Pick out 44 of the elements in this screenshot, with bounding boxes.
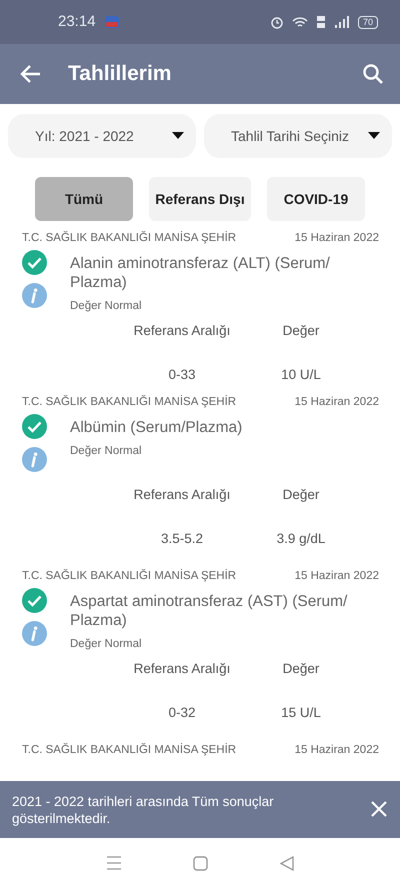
hospital-name: T.C. SAĞLIK BAKANLIĞI MANİSA ŞEHİR [22, 230, 236, 246]
column-header: Değer [282, 322, 320, 340]
result-status: Değer Normal [70, 637, 143, 652]
result-date: 15 Haziran 2022 [294, 395, 379, 410]
caret-icon [172, 132, 184, 140]
test-name: Aspartat aminotransferaz (AST) (Serum/ Plazma) [70, 592, 348, 630]
clock: 23:14 [58, 12, 96, 32]
caret-icon [368, 132, 380, 140]
result-status: Değer Normal [70, 444, 143, 460]
result-value: 15 U/L [281, 704, 321, 722]
column-header: Referans Aralığı [134, 660, 230, 678]
reference-range: 3.5-5.2 [160, 530, 204, 548]
result-value: 10 U/L [281, 366, 321, 384]
info-icon[interactable] [22, 447, 47, 472]
result-value: 3.9 g/dL [276, 530, 326, 548]
reference-range: 0-32 [168, 704, 196, 722]
test-name: Albümin (Serum/Plazma) [70, 418, 242, 438]
hospital-name: T.C. SAĞLIK BAKANLIĞI MANİSA ŞEHİR [22, 394, 236, 410]
info-icon[interactable] [22, 621, 47, 646]
menu-icon[interactable] [106, 856, 122, 870]
info-icon[interactable] [22, 283, 47, 308]
back-nav-icon[interactable] [280, 856, 294, 870]
search-icon[interactable] [362, 62, 384, 86]
result-status: Değer Normal [70, 299, 143, 314]
column-header: Değer [282, 660, 320, 678]
reference-range: 0-33 [168, 366, 196, 384]
column-header: Referans Aralığı [134, 322, 230, 340]
snackbar-message: 2021 - 2022 tarihleri arasında Tüm sonuçlar gösterilmektedir. [12, 792, 275, 826]
hospital-name: T.C. SAĞLIK BAKANLIĞI MANİSA ŞEHİR [22, 742, 236, 758]
result-date: 15 Haziran 2022 [294, 569, 379, 584]
filter-tab[interactable]: Referans Dışı [149, 177, 251, 221]
filter-tab[interactable]: Tümü [35, 177, 133, 221]
dropdown[interactable]: Tahlil Tarihi Seçiniz [204, 114, 392, 158]
column-header: Değer [282, 486, 320, 504]
column-header: Referans Aralığı [134, 486, 230, 504]
hospital-name: T.C. SAĞLIK BAKANLIĞI MANİSA ŞEHİR [22, 568, 236, 584]
home-icon[interactable] [193, 856, 208, 870]
page-title: Tahlillerim [68, 61, 172, 87]
dropdown[interactable]: Yıl: 2021 - 2022 [8, 114, 196, 158]
result-date: 15 Haziran 2022 [294, 743, 379, 758]
result-date: 15 Haziran 2022 [294, 231, 379, 246]
test-name: Alanin aminotransferaz (ALT) (Serum/ Plazma) [70, 254, 331, 292]
filter-tab[interactable]: COVID-19 [267, 177, 365, 221]
battery-indicator: 70 [358, 16, 378, 28]
